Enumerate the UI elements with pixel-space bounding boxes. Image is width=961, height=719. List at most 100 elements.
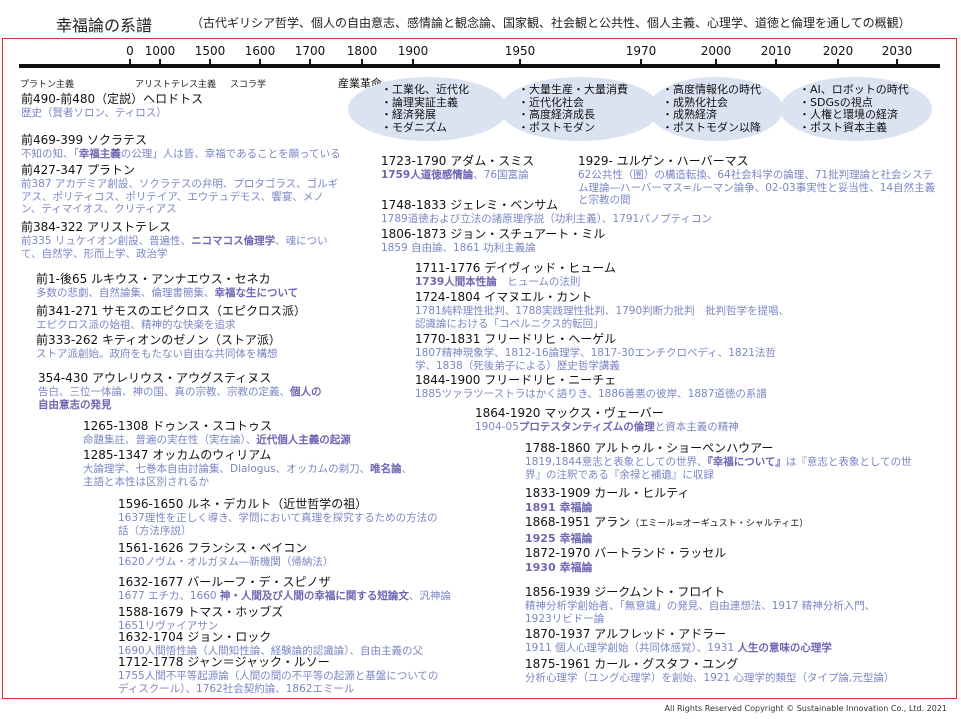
person-desc: 1781純粋理性批判、1788実践理性批判、1790判断力批判 批判哲学を提唱、… <box>415 305 790 330</box>
tick <box>129 59 131 68</box>
person-name: 1806-1873 ジョン・スチュアート・ミル <box>381 227 606 241</box>
person-desc: ストア派創始。政府をもたない自由な共同体を構想 <box>36 348 278 360</box>
entry-mill: 1806-1873 ジョン・スチュアート・ミル 1859 自由論、1861 功利… <box>381 227 681 255</box>
person-desc: 1819,1844意志と表象としての世界、『幸福について』は『意志と表象としての… <box>525 456 912 481</box>
entry-bacon: 1561-1626 フランシス・ベイコン 1620ノヴム・オルガヌム―新機関（帰… <box>118 541 438 569</box>
entry-alain: 1868-1951 アラン（エミール=オーギュスト・シャルティエ） 1925 幸… <box>525 515 845 546</box>
year-label: 1970 <box>625 44 657 58</box>
entry-weber: 1864-1920 マックス・ヴェーバー 1904-05プロテスタンティズムの倫… <box>475 406 855 434</box>
entry-seneca: 前1-後65 ルキウス・アンナエウス・セネカ 多数の悲劇、自然論集、倫理書簡集、… <box>36 272 356 300</box>
entry-hegel: 1770-1831 フリードリヒ・ヘーゲル 1807精神現象学、1812-16論… <box>415 332 780 372</box>
tick <box>896 59 898 68</box>
year-label: 2000 <box>700 44 732 58</box>
page-subtitle: （古代ギリシア哲学、個人の自由意志、感情論と観念論、国家観、社会観と公共性、個人… <box>191 16 911 30</box>
person-name: 前1-後65 ルキウス・アンナエウス・セネカ <box>36 272 271 286</box>
era-aristotelianism: アリストテレス主義 <box>135 80 217 90</box>
entry-augustine: 354-430 アウレリウス・アウグスティヌス 告白、三位一体論、神の国、真の宗… <box>38 371 328 411</box>
entry-freud: 1856-1939 ジークムント・フロイト 精神分析学創始者、「無意識」の発見、… <box>525 585 895 625</box>
year-label: 1900 <box>397 44 429 58</box>
page-title: 幸福論の系譜 <box>56 16 153 35</box>
entry-hume: 1711-1776 デイヴィッド・ヒューム 1739人間本性論 ヒュームの法則 <box>415 261 715 289</box>
person-desc: 前335 リュケイオン創設、普遍性、ニコマコス倫理学、魂について、自然学、形而上… <box>21 235 328 260</box>
person-name: 1788-1860 アルトゥル・ショーペンハウアー <box>525 441 774 455</box>
person-name: 1596-1650 ルネ・デカルト（近世哲学の祖） <box>118 497 368 511</box>
person-name: 1588-1679 トマス・ホッブズ <box>118 605 284 619</box>
entry-habermas: 1929- ユルゲン・ハーバーマス 62公共性（圏）の構造転換、64社会科学の論… <box>578 154 943 207</box>
person-name: 1770-1831 フリードリヒ・ヘーゲル <box>415 332 617 346</box>
era-oval-1950-list: ・大量生産・大量消費 ・近代化社会 ・高度経済成長 ・ポストモダン <box>518 83 628 134</box>
person-name: 1929- ユルゲン・ハーバーマス <box>578 154 749 168</box>
person-desc: 歴史（賢者ソロン、ティロス） <box>21 107 167 119</box>
person-name: 前469-399 ソクラテス <box>21 133 147 147</box>
person-name: 前384-322 アリストテレス <box>21 220 171 234</box>
person-desc: 不知の知、「幸福主義の公理」人は皆、幸福であることを願っている <box>21 148 341 160</box>
entry-spinoza: 1632-1677 バールーフ・デ・スピノザ 1677 エチカ、1660 神・人… <box>118 575 478 603</box>
entry-ockham: 1285-1347 オッカムのウィリアム 大論理学、七巻本自由討論集、Dialo… <box>83 448 413 488</box>
person-desc: 告白、三位一体論、神の国、真の宗教、宗教の定義、個人の自由意志の発見 <box>38 386 322 411</box>
year-label: 1500 <box>194 44 226 58</box>
oval-item: ・高度経済成長 <box>518 108 595 121</box>
entry-nietzsche: 1844-1900 フリードリヒ・ニーチェ 1885ツァラツーストラはかく語りき… <box>415 373 795 401</box>
person-name: 1632-1704 ジョン・ロック <box>118 630 272 644</box>
person-name: 1723-1790 アダム・スミス <box>381 154 535 168</box>
person-desc: 1759人道徳感情論、76国富論 <box>381 169 529 181</box>
person-desc: 1789道徳および立法の諸原理序説（功利主義）、1791パノプティコン <box>381 213 713 225</box>
year-label: 2010 <box>760 44 792 58</box>
person-desc: 1755人間不平等起源論（人間の間の不平等の起源と基盤についてのディスクール）、… <box>118 670 439 695</box>
person-name: 1712-1778 ジャン＝ジャック・ルソー <box>118 655 330 669</box>
person-highlight: 1925 幸福論 <box>525 532 593 545</box>
oval-item: ・高度情報化の時代 <box>662 83 761 96</box>
tick <box>361 59 363 68</box>
entry-kant: 1724-1804 イマヌエル・カント 1781純粋理性批判、1788実践理性批… <box>415 290 790 330</box>
person-desc: 1739人間本性論 ヒュームの法則 <box>415 276 581 288</box>
entry-scotus: 1265-1308 ドゥンス・スコトゥス 命題集註、普遍の実在性（実在論）、近代… <box>83 419 383 447</box>
person-name: 354-430 アウレリウス・アウグスティヌス <box>38 371 272 385</box>
tick <box>259 59 261 68</box>
year-label: 1700 <box>294 44 326 58</box>
person-name: 1265-1308 ドゥンス・スコトゥス <box>83 419 272 433</box>
era-oval-2020-list: ・AI、ロボットの時代 ・SDGsの視点 ・人権と環境の経済 ・ポスト資本主義 <box>799 83 909 134</box>
person-desc: エピクロス派の始祖、精神的な快楽を追求 <box>36 319 236 331</box>
person-desc: 1620ノヴム・オルガヌム―新機関（帰納法） <box>118 556 334 568</box>
person-desc: 命題集註、普遍の実在性（実在論）、近代個人主義の起源 <box>83 434 351 446</box>
person-desc: 1911 個人心理学創始（共同体感覚）、1931 人生の意味の心理学 <box>525 642 832 654</box>
entry-smith: 1723-1790 アダム・スミス 1759人道徳感情論、76国富論 <box>381 154 581 182</box>
oval-item: ・AI、ロボットの時代 <box>799 83 909 96</box>
person-name: 1844-1900 フリードリヒ・ニーチェ <box>415 373 617 387</box>
entry-hilty: 1833-1909 カール・ヒルティ 1891 幸福論 <box>525 486 825 515</box>
oval-item: ・人権と環境の経済 <box>799 108 898 121</box>
oval-item: ・ポストモダン <box>518 120 595 134</box>
person-highlight: 1930 幸福論 <box>525 561 593 574</box>
person-name: 1724-1804 イマヌエル・カント <box>415 290 593 304</box>
entry-locke: 1632-1704 ジョン・ロック 1690人間悟性論（人間知性論、経験論的認識… <box>118 630 463 658</box>
tick <box>519 59 521 68</box>
person-desc: 前387 アカデミア創設、ソクラテスの弁明、プロタゴラス、ゴルギアス、ポリティコ… <box>21 178 339 215</box>
timeline-axis <box>19 64 940 68</box>
tick <box>837 59 839 68</box>
oval-item: ・工業化、近代化 <box>381 83 469 96</box>
person-name: 1711-1776 デイヴィッド・ヒューム <box>415 261 616 275</box>
person-name: 前333-262 キティオンのゼノン（ストア派） <box>36 333 281 347</box>
entry-plato: 前427-347 プラトン 前387 アカデミア創設、ソクラテスの弁明、プロタゴ… <box>21 163 341 216</box>
entry-schopenhauer: 1788-1860 アルトゥル・ショーペンハウアー 1819,1844意志と表象… <box>525 441 925 481</box>
entry-rousseau: 1712-1778 ジャン＝ジャック・ルソー 1755人間不平等起源論（人間の間… <box>118 655 448 695</box>
era-scholasticism: スコラ学 <box>230 80 267 90</box>
oval-item: ・ポスト資本主義 <box>799 120 887 134</box>
entry-socrates: 前469-399 ソクラテス 不知の知、「幸福主義の公理」人は皆、幸福であること… <box>21 133 356 161</box>
year-label: 1800 <box>346 44 378 58</box>
entry-jung: 1875-1961 カール・グスタフ・ユング 分析心理学（ユング心理学）を創始、… <box>525 657 925 685</box>
person-name: 1833-1909 カール・ヒルティ <box>525 486 690 500</box>
oval-item: ・大量生産・大量消費 <box>518 83 628 96</box>
entry-aristotle: 前384-322 アリストテレス 前335 リュケイオン創設、普遍性、ニコマコス… <box>21 220 331 260</box>
entry-descartes: 1596-1650 ルネ・デカルト（近世哲学の祖） 1637理性を正しく導き、学… <box>118 497 438 537</box>
person-name: 1864-1920 マックス・ヴェーバー <box>475 406 664 420</box>
person-desc: 1807精神現象学、1812-16論理学、1817-30エンチクロペディ、182… <box>415 347 776 372</box>
year-label: 1950 <box>504 44 536 58</box>
person-name: 前341-271 サモスのエピクロス（エピクロス派） <box>36 304 306 318</box>
era-platonism: プラトン主義 <box>20 80 75 90</box>
entry-epicurus: 前341-271 サモスのエピクロス（エピクロス派） エピクロス派の始祖、精神的… <box>36 304 356 332</box>
entry-hobbes: 1588-1679 トマス・ホッブズ 1651リヴァイアサン <box>118 605 438 633</box>
tick <box>412 59 414 68</box>
tick <box>159 59 161 68</box>
oval-item: ・経済発展 <box>381 108 436 121</box>
